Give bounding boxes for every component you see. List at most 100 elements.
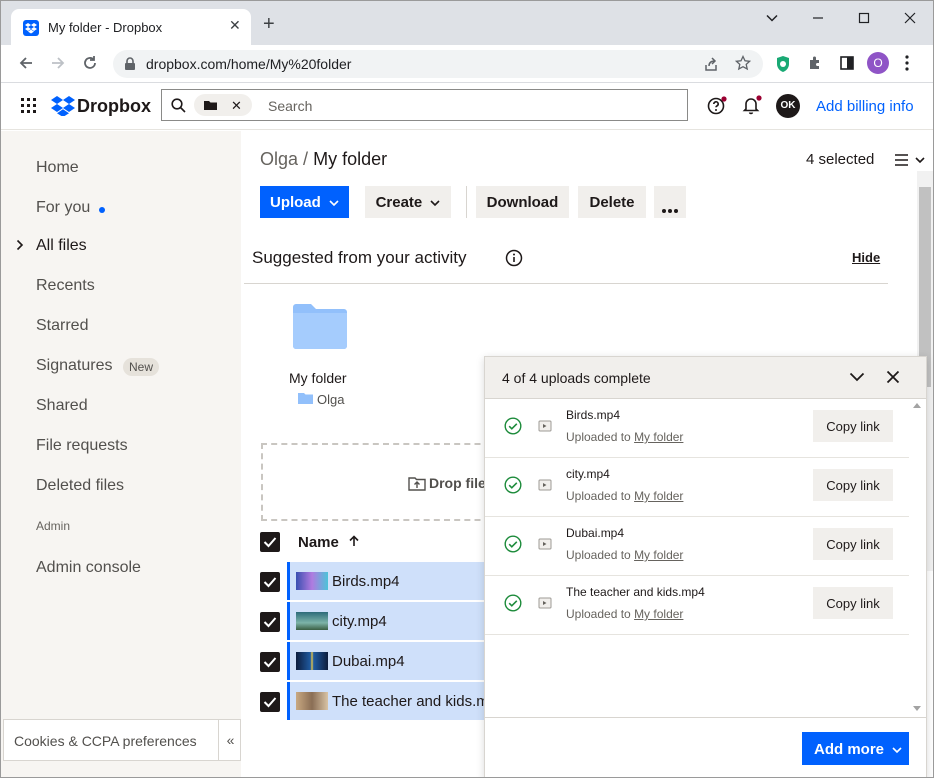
cookies-preferences-link[interactable]: Cookies & CCPA preferences: [14, 733, 197, 749]
maximize-icon[interactable]: [857, 11, 871, 25]
sidebar-item-for-you[interactable]: For you: [36, 199, 90, 217]
upload-button[interactable]: Upload: [260, 186, 349, 218]
browser-window: My folder - Dropbox ✕ + dropbox.com/home…: [0, 0, 934, 778]
browser-menu-icon[interactable]: [905, 55, 909, 71]
video-file-icon: [538, 596, 552, 610]
notifications-bell-icon[interactable]: [742, 95, 762, 115]
scroll-up-icon[interactable]: [913, 403, 921, 408]
share-icon[interactable]: [703, 56, 719, 72]
create-button[interactable]: Create: [365, 186, 451, 218]
row-checkbox[interactable]: [260, 612, 280, 632]
add-more-button[interactable]: Add more: [802, 732, 909, 765]
more-actions-button[interactable]: [654, 186, 686, 218]
side-panel-icon[interactable]: [839, 55, 855, 71]
sidebar-item-signatures[interactable]: Signatures: [36, 357, 113, 375]
file-name[interactable]: city.mp4: [332, 613, 387, 630]
search-scope-chip[interactable]: ✕: [194, 94, 252, 116]
delete-button[interactable]: Delete: [578, 186, 646, 218]
sidebar-item-starred[interactable]: Starred: [36, 317, 88, 335]
upload-item: city.mp4 Uploaded to My folder Copy link: [485, 458, 909, 517]
view-toggle-icon[interactable]: [894, 153, 926, 167]
sidebar-item-file-requests[interactable]: File requests: [36, 437, 128, 455]
select-all-checkbox[interactable]: [260, 532, 280, 552]
dropbox-logo-icon[interactable]: [51, 96, 75, 116]
forward-icon[interactable]: [49, 54, 67, 72]
sidebar-item-deleted-files[interactable]: Deleted files: [36, 477, 124, 495]
copy-link-button[interactable]: Copy link: [813, 528, 893, 560]
hide-suggestions-link[interactable]: Hide: [852, 250, 880, 265]
folder-scope-icon: [204, 100, 217, 110]
name-column-header[interactable]: Name: [298, 534, 359, 551]
breadcrumb-current: My folder: [313, 149, 388, 169]
cookies-preferences-bar: Cookies & CCPA preferences «: [3, 719, 241, 761]
suggested-folder-name[interactable]: My folder: [289, 370, 347, 386]
scroll-down-icon[interactable]: [913, 706, 921, 711]
reload-icon[interactable]: [81, 54, 99, 72]
table-row[interactable]: city.mp4: [287, 602, 487, 640]
browser-tab[interactable]: My folder - Dropbox ✕: [11, 9, 251, 45]
search-input[interactable]: ✕ Search: [161, 89, 688, 121]
info-icon[interactable]: [505, 249, 523, 267]
sidebar-item-admin-console[interactable]: Admin console: [36, 559, 141, 577]
destination-folder-link[interactable]: My folder: [634, 607, 683, 621]
minimize-icon[interactable]: [811, 11, 825, 25]
uploads-scrollbar[interactable]: [909, 399, 926, 717]
search-icon: [171, 98, 186, 113]
destination-folder-link[interactable]: My folder: [634, 548, 683, 562]
table-row[interactable]: Dubai.mp4: [287, 642, 487, 680]
destination-folder-link[interactable]: My folder: [634, 430, 683, 444]
copy-link-button[interactable]: Copy link: [813, 410, 893, 442]
sidebar-item-all-files[interactable]: All files: [36, 237, 87, 255]
bookmark-star-icon[interactable]: [735, 55, 751, 71]
collapse-sidebar-button[interactable]: «: [218, 720, 242, 760]
brand-name[interactable]: Dropbox: [77, 96, 151, 117]
app-grid-icon[interactable]: [21, 98, 36, 113]
account-avatar[interactable]: OK: [776, 94, 800, 118]
new-tab-icon[interactable]: +: [263, 14, 275, 34]
window-close-icon[interactable]: [903, 11, 917, 25]
suggested-folder-icon[interactable]: [293, 303, 347, 349]
suggested-heading: Suggested from your activity: [252, 248, 467, 267]
destination-folder-link[interactable]: My folder: [634, 489, 683, 503]
tab-close-icon[interactable]: ✕: [229, 17, 241, 34]
profile-avatar[interactable]: O: [867, 52, 889, 74]
row-checkbox[interactable]: [260, 652, 280, 672]
sidebar-item-recents[interactable]: Recents: [36, 277, 95, 295]
shield-extension-icon[interactable]: [775, 55, 791, 73]
sidebar-item-shared[interactable]: Shared: [36, 397, 88, 415]
chevron-down-icon: [430, 199, 441, 207]
file-name[interactable]: Dubai.mp4: [332, 653, 405, 670]
uploads-panel: 4 of 4 uploads complete Birds.mp4 Upload…: [484, 356, 927, 777]
lock-icon[interactable]: [124, 57, 136, 71]
sidebar-item-home[interactable]: Home: [36, 159, 79, 177]
table-row[interactable]: The teacher and kids.mp4: [287, 682, 505, 720]
breadcrumb-root[interactable]: Olga: [260, 149, 298, 169]
extensions-puzzle-icon[interactable]: [807, 55, 823, 71]
back-icon[interactable]: [17, 54, 35, 72]
upload-item: Birds.mp4 Uploaded to My folder Copy lin…: [485, 399, 909, 458]
table-row[interactable]: Birds.mp4: [287, 562, 487, 600]
download-button[interactable]: Download: [476, 186, 569, 218]
row-checkbox[interactable]: [260, 572, 280, 592]
help-icon[interactable]: [707, 96, 727, 116]
row-checkbox[interactable]: [260, 692, 280, 712]
upload-destination: Uploaded to My folder: [566, 430, 683, 444]
drop-zone[interactable]: Drop file: [261, 443, 511, 521]
add-billing-link[interactable]: Add billing info: [816, 98, 914, 115]
success-check-icon: [504, 535, 522, 553]
url-field[interactable]: dropbox.com/home/My%20folder: [113, 50, 763, 78]
expand-chevron-icon[interactable]: [16, 239, 24, 251]
copy-link-button[interactable]: Copy link: [813, 587, 893, 619]
url-text: dropbox.com/home/My%20folder: [146, 56, 352, 72]
collapse-panel-icon[interactable]: [849, 372, 865, 382]
remove-scope-icon[interactable]: ✕: [231, 98, 242, 114]
file-name[interactable]: Birds.mp4: [332, 573, 400, 590]
new-activity-dot: [99, 207, 105, 213]
close-panel-icon[interactable]: [886, 370, 900, 384]
file-name[interactable]: The teacher and kids.mp4: [332, 693, 505, 710]
name-header-label: Name: [298, 534, 339, 551]
tab-search-chevron-icon[interactable]: [765, 11, 779, 25]
toolbar-divider: [466, 186, 467, 218]
copy-link-button[interactable]: Copy link: [813, 469, 893, 501]
app-header: Dropbox ✕ Search OK Add billing info: [1, 83, 933, 130]
